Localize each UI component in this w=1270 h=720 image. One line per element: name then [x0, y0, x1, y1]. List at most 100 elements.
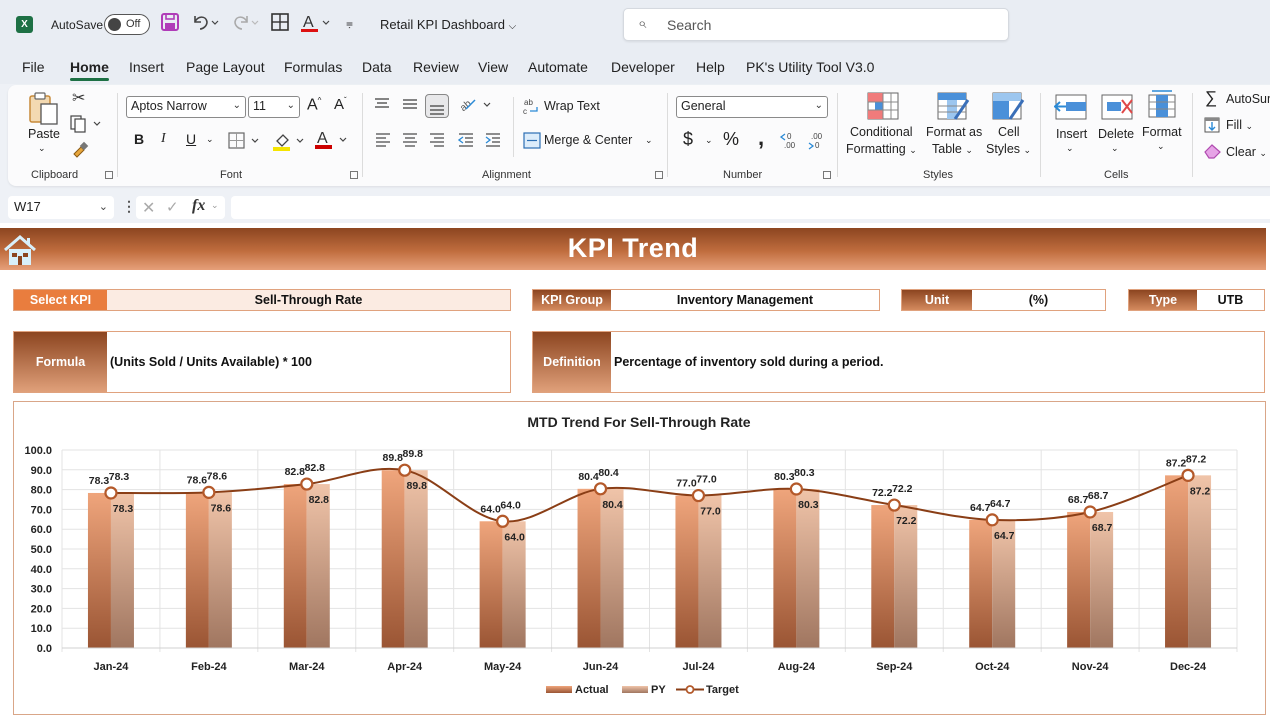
- autosum-icon[interactable]: ∑: [1205, 88, 1217, 108]
- align-right-icon[interactable]: [429, 133, 445, 152]
- italic-button[interactable]: I: [161, 131, 166, 147]
- clear-button[interactable]: Clear ⌄: [1226, 145, 1267, 159]
- conditional-formatting-button[interactable]: Conditional: [850, 125, 913, 139]
- top-align-icon[interactable]: [374, 97, 390, 116]
- cell-styles-button[interactable]: Cell: [998, 125, 1020, 139]
- customize-toolbar-icon[interactable]: ⩦: [346, 16, 353, 31]
- number-format-dropdown[interactable]: General ⌄: [676, 96, 828, 118]
- tab-data[interactable]: Data: [362, 59, 392, 75]
- tab-help[interactable]: Help: [696, 59, 725, 75]
- cell-styles-icon[interactable]: [992, 92, 1026, 127]
- conditional-formatting-icon[interactable]: [867, 92, 899, 125]
- comma-style-button[interactable]: ,: [758, 125, 764, 151]
- delete-chevron-icon[interactable]: ⌄: [1111, 143, 1119, 154]
- enter-check-icon[interactable]: ✓: [166, 198, 179, 216]
- format-as-table-button[interactable]: Format as: [926, 125, 982, 139]
- tab-page-layout[interactable]: Page Layout: [186, 59, 265, 75]
- cut-icon[interactable]: ✂: [72, 88, 85, 108]
- insert-cells-button[interactable]: Insert: [1056, 127, 1087, 141]
- bottom-align-icon[interactable]: [425, 94, 449, 118]
- formula-input[interactable]: [231, 196, 1270, 219]
- fill-button[interactable]: Fill ⌄: [1226, 118, 1253, 132]
- bold-button[interactable]: B: [134, 131, 144, 147]
- autosave-toggle[interactable]: Off: [104, 14, 150, 35]
- tab-pk-utility-tool[interactable]: PK's Utility Tool V3.0: [746, 59, 874, 75]
- delete-cells-button[interactable]: Delete: [1098, 127, 1134, 141]
- underline-chevron-icon[interactable]: ⌄: [206, 134, 214, 145]
- undo-icon[interactable]: [191, 12, 219, 37]
- increase-font-size-icon[interactable]: A^: [307, 96, 321, 114]
- document-title[interactable]: Retail KPI Dashboard ⌵: [380, 17, 516, 32]
- number-launcher-icon[interactable]: [823, 171, 831, 179]
- format-chevron-icon[interactable]: ⌄: [1157, 141, 1165, 152]
- wrap-text-button[interactable]: Wrap Text: [544, 99, 600, 113]
- merge-center-button[interactable]: Merge & Center: [544, 133, 632, 147]
- merge-center-icon[interactable]: [523, 132, 541, 154]
- save-icon[interactable]: [161, 13, 179, 36]
- increase-decimal-icon[interactable]: 0.00: [779, 130, 799, 155]
- borders-icon[interactable]: [271, 13, 289, 36]
- copy-icon[interactable]: [70, 115, 104, 138]
- orientation-icon[interactable]: ab: [458, 95, 494, 118]
- excel-icon: X: [16, 16, 33, 33]
- tab-formulas[interactable]: Formulas: [284, 59, 342, 75]
- clipboard-launcher-icon[interactable]: [105, 171, 113, 179]
- format-as-table-icon[interactable]: [937, 92, 971, 127]
- borders-dropdown-icon[interactable]: [228, 132, 264, 155]
- paste-chevron-icon[interactable]: ⌄: [38, 143, 46, 154]
- select-kpi-dropdown[interactable]: Sell-Through Rate: [107, 290, 510, 310]
- tab-review[interactable]: Review: [413, 59, 459, 75]
- percent-button[interactable]: %: [723, 129, 739, 150]
- search-box[interactable]: ⌕ Search: [623, 8, 1009, 41]
- tab-insert[interactable]: Insert: [129, 59, 164, 75]
- paste-icon[interactable]: [28, 91, 60, 132]
- cell-styles-button-line2[interactable]: Styles ⌄: [986, 142, 1031, 156]
- cancel-icon[interactable]: ✕: [142, 198, 155, 218]
- wrap-text-icon[interactable]: ab c: [523, 97, 541, 120]
- font-name-dropdown[interactable]: Aptos Narrow ⌄: [126, 96, 246, 118]
- insert-function-icon[interactable]: fx: [192, 197, 205, 215]
- fill-color-icon[interactable]: [272, 129, 308, 156]
- chevron-down-icon[interactable]: ⌄: [211, 200, 219, 211]
- insert-cells-icon[interactable]: [1053, 94, 1088, 125]
- decrease-decimal-icon[interactable]: .00 0: [807, 130, 827, 155]
- currency-button[interactable]: $: [683, 129, 693, 150]
- format-painter-icon[interactable]: [71, 141, 89, 164]
- increase-indent-icon[interactable]: [485, 133, 501, 152]
- align-center-icon[interactable]: [402, 133, 418, 152]
- kpi-group-label: KPI Group: [533, 290, 611, 310]
- middle-align-icon[interactable]: [402, 97, 418, 116]
- format-as-table-button-line2[interactable]: Table ⌄: [932, 142, 973, 156]
- tab-home[interactable]: Home: [70, 59, 109, 81]
- tab-view[interactable]: View: [478, 59, 508, 75]
- name-box[interactable]: W17 ⌄: [8, 196, 114, 219]
- delete-cells-icon[interactable]: [1101, 94, 1135, 125]
- currency-chevron-icon[interactable]: ⌄: [705, 135, 713, 146]
- font-color-icon[interactable]: A: [301, 13, 337, 38]
- redo-icon[interactable]: [231, 12, 259, 37]
- align-left-icon[interactable]: [375, 133, 391, 152]
- alignment-launcher-icon[interactable]: [655, 171, 663, 179]
- underline-button[interactable]: U: [186, 131, 196, 147]
- tab-automate[interactable]: Automate: [528, 59, 588, 75]
- more-options-icon[interactable]: ⋮: [122, 198, 136, 215]
- tab-developer[interactable]: Developer: [611, 59, 675, 75]
- format-cells-icon[interactable]: [1147, 89, 1177, 124]
- autosum-button[interactable]: AutoSum: [1226, 92, 1270, 106]
- mtd-trend-chart[interactable]: MTD Trend For Sell-Through Rate 78.3 78.3…: [13, 401, 1266, 715]
- merge-chevron-icon[interactable]: ⌄: [645, 135, 653, 146]
- data-label-actual: 64.7: [970, 502, 991, 514]
- data-label-actual: 80.3: [774, 471, 795, 483]
- insert-chevron-icon[interactable]: ⌄: [1066, 143, 1074, 154]
- clear-eraser-icon[interactable]: [1204, 143, 1222, 164]
- tab-file[interactable]: File: [22, 59, 45, 75]
- paste-button[interactable]: Paste: [28, 127, 60, 141]
- font-launcher-icon[interactable]: [350, 171, 358, 179]
- decrease-font-size-icon[interactable]: Aˇ: [334, 96, 347, 113]
- decrease-indent-icon[interactable]: [457, 133, 474, 152]
- font-size-dropdown[interactable]: 11 ⌄: [248, 96, 300, 118]
- fill-icon[interactable]: [1204, 117, 1220, 138]
- format-cells-button[interactable]: Format: [1142, 125, 1182, 139]
- conditional-formatting-button-line2[interactable]: Formatting ⌄: [846, 142, 917, 156]
- font-color-dropdown-icon[interactable]: A: [315, 128, 351, 155]
